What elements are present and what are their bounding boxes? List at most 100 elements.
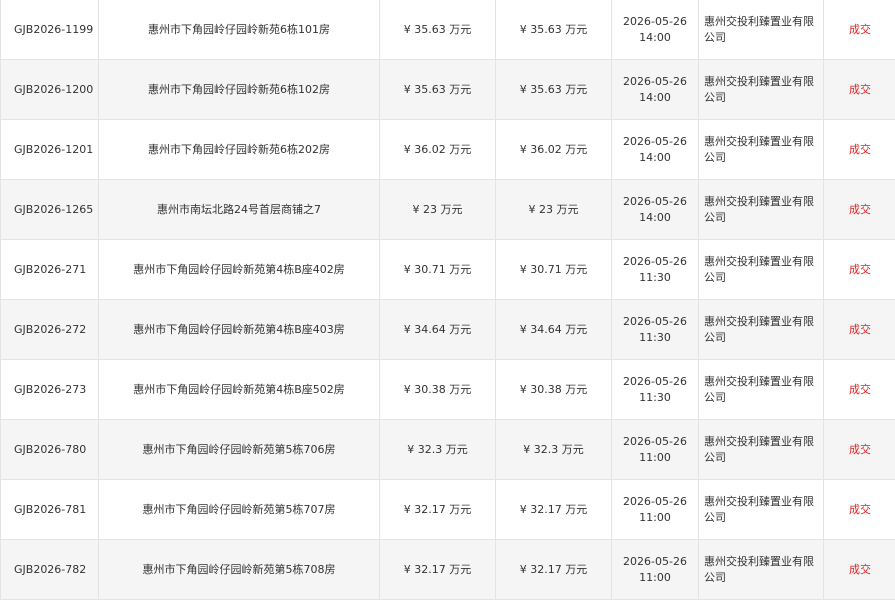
project-name-cell: 惠州市下角园岭仔园岭新苑6栋102房	[98, 59, 380, 120]
start-price-cell: ¥ 35.63 万元	[379, 0, 496, 60]
start-price-cell: ¥ 23 万元	[379, 179, 496, 240]
status-badge: 成交	[849, 82, 871, 96]
status-badge: 成交	[849, 442, 871, 456]
final-price: ¥ 34.64 万元	[519, 322, 588, 336]
status-badge: 成交	[849, 562, 871, 576]
table-row: GJB2026-780 惠州市下角园岭仔园岭新苑第5栋706房 ¥ 32.3 万…	[0, 419, 895, 480]
final-price-cell: ¥ 32.3 万元	[495, 419, 612, 480]
final-price-cell: ¥ 34.64 万元	[495, 299, 612, 360]
table-row: GJB2026-272 惠州市下角园岭仔园岭新苑第4栋B座403房 ¥ 34.6…	[0, 299, 895, 360]
project-name-cell: 惠州市下角园岭仔园岭新苑第4栋B座403房	[98, 299, 380, 360]
company-name: 惠州交投利臻置业有限公司	[704, 194, 814, 224]
deal-date: 2026-05-26	[623, 314, 687, 328]
status-badge: 成交	[849, 262, 871, 276]
deal-time-cell: 2026-05-26 11:30	[611, 359, 699, 420]
company-cell: 惠州交投利臻置业有限公司	[698, 419, 824, 480]
deal-time: 11:30	[639, 330, 671, 344]
project-name: 惠州市下角园岭仔园岭新苑第5栋707房	[142, 502, 336, 516]
company-cell: 惠州交投利臻置业有限公司	[698, 59, 824, 120]
deal-date: 2026-05-26	[623, 554, 687, 568]
status-cell: 成交	[823, 419, 895, 480]
start-price: ¥ 30.71 万元	[403, 262, 472, 276]
project-id-cell: GJB2026-781	[0, 479, 99, 540]
status-badge: 成交	[849, 382, 871, 396]
project-id: GJB2026-272	[14, 322, 87, 336]
company-cell: 惠州交投利臻置业有限公司	[698, 299, 824, 360]
final-price: ¥ 32.3 万元	[523, 442, 584, 456]
company-cell: 惠州交投利臻置业有限公司	[698, 179, 824, 240]
status-cell: 成交	[823, 299, 895, 360]
final-price-cell: ¥ 35.63 万元	[495, 0, 612, 60]
start-price-cell: ¥ 35.63 万元	[379, 59, 496, 120]
status-badge: 成交	[849, 202, 871, 216]
deal-time-cell: 2026-05-26 14:00	[611, 0, 699, 60]
company-name: 惠州交投利臻置业有限公司	[704, 14, 814, 44]
table-row: GJB2026-781 惠州市下角园岭仔园岭新苑第5栋707房 ¥ 32.17 …	[0, 479, 895, 540]
project-id-cell: GJB2026-780	[0, 419, 99, 480]
project-name-cell: 惠州市下角园岭仔园岭新苑第5栋708房	[98, 539, 380, 600]
final-price: ¥ 35.63 万元	[519, 82, 588, 96]
project-name: 惠州市下角园岭仔园岭新苑第5栋706房	[142, 442, 336, 456]
deal-time: 14:00	[639, 30, 671, 44]
status-badge: 成交	[849, 22, 871, 36]
table-row: GJB2026-273 惠州市下角园岭仔园岭新苑第4栋B座502房 ¥ 30.3…	[0, 359, 895, 420]
deal-date: 2026-05-26	[623, 374, 687, 388]
deal-date: 2026-05-26	[623, 194, 687, 208]
table-row: GJB2026-271 惠州市下角园岭仔园岭新苑第4栋B座402房 ¥ 30.7…	[0, 239, 895, 300]
deal-time-cell: 2026-05-26 11:30	[611, 299, 699, 360]
company-name: 惠州交投利臻置业有限公司	[704, 134, 814, 164]
final-price-cell: ¥ 32.17 万元	[495, 479, 612, 540]
start-price: ¥ 23 万元	[412, 202, 463, 216]
deal-time: 11:00	[639, 450, 671, 464]
deal-time: 11:00	[639, 570, 671, 584]
start-price-cell: ¥ 32.17 万元	[379, 539, 496, 600]
status-cell: 成交	[823, 59, 895, 120]
table-body: GJB2026-1199 惠州市下角园岭仔园岭新苑6栋101房 ¥ 35.63 …	[0, 0, 895, 600]
deal-time: 11:00	[639, 510, 671, 524]
status-cell: 成交	[823, 179, 895, 240]
company-cell: 惠州交投利臻置业有限公司	[698, 119, 824, 180]
company-cell: 惠州交投利臻置业有限公司	[698, 239, 824, 300]
project-id: GJB2026-271	[14, 262, 87, 276]
start-price-cell: ¥ 34.64 万元	[379, 299, 496, 360]
status-cell: 成交	[823, 539, 895, 600]
start-price: ¥ 35.63 万元	[403, 22, 472, 36]
final-price-cell: ¥ 23 万元	[495, 179, 612, 240]
deal-time: 11:30	[639, 390, 671, 404]
deal-date: 2026-05-26	[623, 134, 687, 148]
project-name-cell: 惠州市下角园岭仔园岭新苑6栋101房	[98, 0, 380, 60]
status-cell: 成交	[823, 239, 895, 300]
deal-date: 2026-05-26	[623, 434, 687, 448]
project-id-cell: GJB2026-1201	[0, 119, 99, 180]
deal-date: 2026-05-26	[623, 74, 687, 88]
project-id: GJB2026-781	[14, 502, 87, 516]
start-price-cell: ¥ 36.02 万元	[379, 119, 496, 180]
final-price: ¥ 36.02 万元	[519, 142, 588, 156]
deal-date: 2026-05-26	[623, 14, 687, 28]
deal-time: 14:00	[639, 90, 671, 104]
company-cell: 惠州交投利臻置业有限公司	[698, 359, 824, 420]
final-price: ¥ 35.63 万元	[519, 22, 588, 36]
status-cell: 成交	[823, 119, 895, 180]
project-name-cell: 惠州市下角园岭仔园岭新苑第4栋B座502房	[98, 359, 380, 420]
project-id: GJB2026-1265	[14, 202, 94, 216]
deal-time-cell: 2026-05-26 14:00	[611, 119, 699, 180]
project-id-cell: GJB2026-271	[0, 239, 99, 300]
company-cell: 惠州交投利臻置业有限公司	[698, 539, 824, 600]
company-cell: 惠州交投利臻置业有限公司	[698, 0, 824, 60]
final-price-cell: ¥ 30.71 万元	[495, 239, 612, 300]
company-name: 惠州交投利臻置业有限公司	[704, 554, 814, 584]
deal-time-cell: 2026-05-26 11:30	[611, 239, 699, 300]
project-id-cell: GJB2026-1199	[0, 0, 99, 60]
status-cell: 成交	[823, 0, 895, 60]
company-name: 惠州交投利臻置业有限公司	[704, 254, 814, 284]
deal-time-cell: 2026-05-26 14:00	[611, 179, 699, 240]
project-id: GJB2026-273	[14, 382, 87, 396]
deal-date: 2026-05-26	[623, 494, 687, 508]
start-price: ¥ 32.17 万元	[403, 562, 472, 576]
start-price-cell: ¥ 30.38 万元	[379, 359, 496, 420]
start-price: ¥ 30.38 万元	[403, 382, 472, 396]
company-name: 惠州交投利臻置业有限公司	[704, 314, 814, 344]
status-cell: 成交	[823, 479, 895, 540]
project-name: 惠州市下角园岭仔园岭新苑第5栋708房	[142, 562, 336, 576]
